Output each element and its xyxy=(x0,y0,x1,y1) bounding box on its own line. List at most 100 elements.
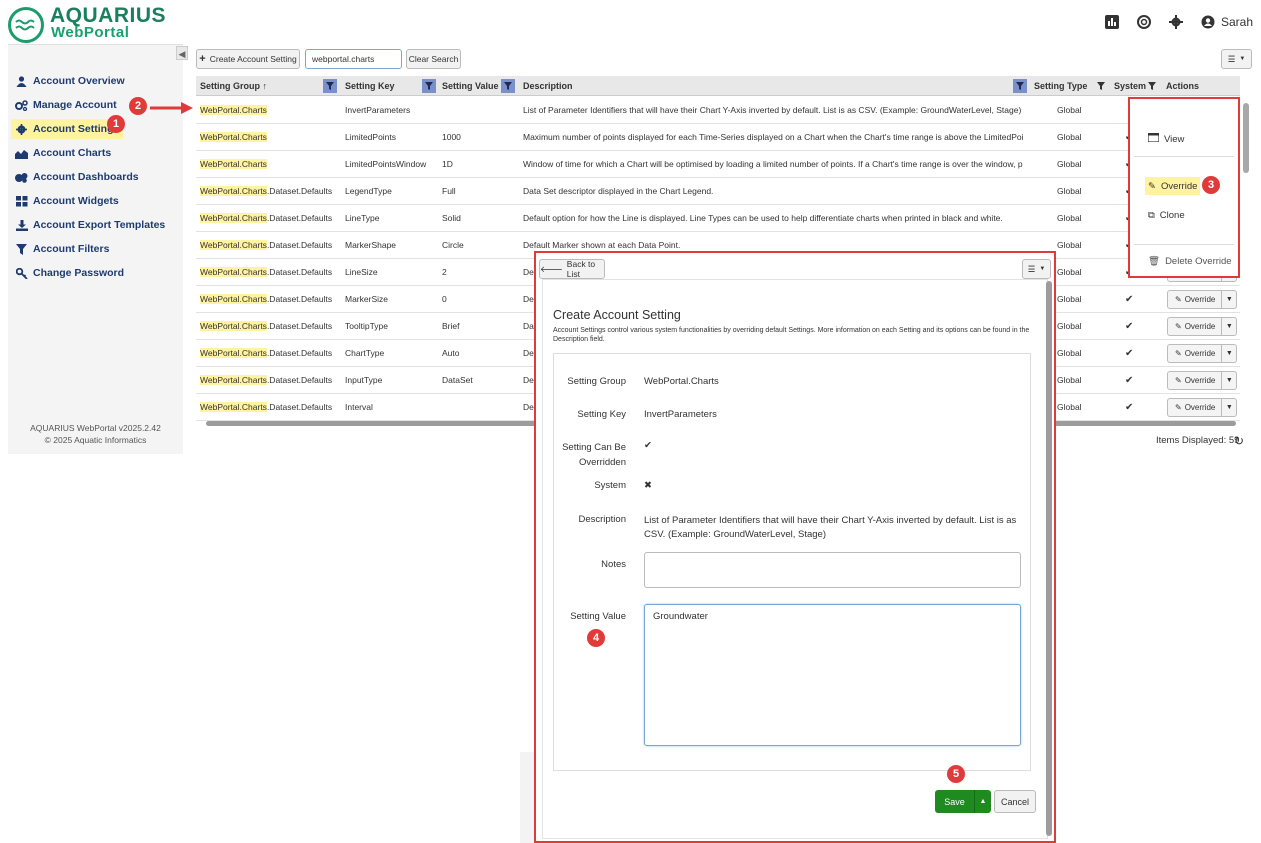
override-button[interactable]: ✎Override xyxy=(1168,291,1223,308)
row-actions-menu: View ✎ Override ⧉ Clone 🗑 Delete Overrid… xyxy=(1128,97,1240,278)
filter-icon[interactable] xyxy=(1013,79,1027,93)
chevron-down-icon[interactable]: ▼ xyxy=(1222,399,1236,416)
chevron-down-icon[interactable]: ▼ xyxy=(1222,291,1236,308)
panel-options-button[interactable]: ☰ ▼ xyxy=(1022,259,1051,279)
search-match-highlight: WebPortal.Charts xyxy=(200,294,267,304)
sidebar-item-account-export-templates[interactable]: Account Export Templates xyxy=(11,215,169,235)
app-logo[interactable]: AQUARIUS WebPortal xyxy=(8,4,166,43)
panel-title: Create Account Setting xyxy=(553,308,681,322)
column-header-setting-value[interactable]: Setting Value xyxy=(442,76,499,96)
notes-textarea[interactable] xyxy=(644,552,1021,588)
help-icon[interactable] xyxy=(1136,15,1151,29)
table-row[interactable]: WebPortal.Charts LimitedPoints 1000 Maximum… xyxy=(196,124,1240,151)
override-button[interactable]: ✎Override xyxy=(1168,318,1223,335)
menu-item-delete-override[interactable]: 🗑 Delete Override xyxy=(1145,252,1235,270)
cell-setting-type: Global xyxy=(1057,213,1082,223)
cogs-icon xyxy=(15,99,28,112)
sidebar-item-account-charts[interactable]: Account Charts xyxy=(11,143,115,163)
cell-setting-value: 1D xyxy=(442,159,453,169)
pencil-icon: ✎ xyxy=(1148,180,1156,192)
column-options-button[interactable]: ☰ ▼ xyxy=(1221,49,1252,69)
chevron-down-icon[interactable]: ▼ xyxy=(1222,372,1236,389)
setting-value-textarea[interactable]: Groundwater xyxy=(644,604,1021,746)
column-header-description[interactable]: Description xyxy=(523,76,573,96)
panel-scrollbar[interactable] xyxy=(1046,281,1052,836)
filter-icon[interactable] xyxy=(1145,79,1159,93)
chevron-down-icon[interactable]: ▼ xyxy=(1222,318,1236,335)
can-override-label: Setting Can Be Overridden xyxy=(562,442,626,468)
sidebar-item-account-widgets[interactable]: Account Widgets xyxy=(11,191,123,211)
top-toolbar: Sarah xyxy=(1104,12,1253,32)
override-button[interactable]: ✎Override xyxy=(1168,372,1223,389)
table-row[interactable]: WebPortal.Charts InvertParameters List of … xyxy=(196,97,1240,124)
sidebar-item-account-filters[interactable]: Account Filters xyxy=(11,239,113,259)
collapse-sidebar-button[interactable]: ◀ xyxy=(176,46,188,60)
user-account-icon[interactable] xyxy=(1201,15,1215,29)
column-header-setting-key[interactable]: Setting Key xyxy=(345,76,395,96)
menu-item-view[interactable]: View xyxy=(1145,130,1187,148)
key-icon xyxy=(15,267,28,280)
cell-setting-key: LineType xyxy=(345,213,380,223)
sidebar-item-label: Account Filters xyxy=(33,243,110,255)
cancel-button[interactable]: Cancel xyxy=(994,790,1036,813)
cell-system: ✔ xyxy=(1125,321,1134,332)
annotation-arrow-icon xyxy=(150,101,194,120)
filter-icon[interactable] xyxy=(1094,79,1108,93)
vertical-scrollbar[interactable] xyxy=(1243,103,1249,173)
column-header-setting-type[interactable]: Setting Type xyxy=(1034,76,1087,96)
cell-setting-value xyxy=(442,394,518,421)
sidebar-item-change-password[interactable]: Change Password xyxy=(11,263,128,283)
table-row[interactable]: WebPortal.Charts LimitedPointsWindow 1D Win… xyxy=(196,151,1240,178)
save-button[interactable]: Save ▲ xyxy=(935,790,991,813)
override-split-button[interactable]: ✎Override▼ xyxy=(1167,398,1238,417)
search-match-highlight: WebPortal.Charts xyxy=(200,267,267,277)
cell-setting-type: Global xyxy=(1057,132,1082,142)
override-split-button[interactable]: ✎Override▼ xyxy=(1167,371,1238,390)
annotation-badge-5: 5 xyxy=(947,765,965,783)
sidebar-item-account-dashboards[interactable]: Account Dashboards xyxy=(11,167,143,187)
search-match-highlight: WebPortal.Charts xyxy=(200,213,267,223)
override-button[interactable]: ✎Override xyxy=(1168,399,1223,416)
search-input[interactable] xyxy=(305,49,402,69)
menu-item-override[interactable]: ✎ Override xyxy=(1145,177,1201,195)
annotation-badge-3: 3 xyxy=(1202,176,1220,194)
override-split-button[interactable]: ✎Override▼ xyxy=(1167,317,1238,336)
list-icon xyxy=(1147,132,1160,145)
override-label: Override xyxy=(1184,403,1216,412)
sidebar-item-manage-account[interactable]: Manage Account xyxy=(11,95,121,115)
background-area xyxy=(520,752,534,843)
clear-search-button[interactable]: Clear Search xyxy=(406,49,461,69)
menu-item-clone[interactable]: ⧉ Clone xyxy=(1145,206,1188,224)
version-text: AQUARIUS WebPortal v2025.2.42 xyxy=(30,423,161,433)
reports-icon[interactable] xyxy=(1104,15,1119,29)
back-to-list-button[interactable]: 🡐 Back to List xyxy=(539,259,605,279)
sidebar-item-account-overview[interactable]: Account Overview xyxy=(11,71,129,91)
user-name[interactable]: Sarah xyxy=(1221,15,1253,29)
search-match-highlight: WebPortal.Charts xyxy=(200,348,267,358)
table-row[interactable]: WebPortal.Charts.Dataset.Defaults LineTyp… xyxy=(196,205,1240,232)
override-button[interactable]: ✎Override xyxy=(1168,345,1223,362)
table-row[interactable]: WebPortal.Charts.Dataset.Defaults LegendT… xyxy=(196,178,1240,205)
setting-group-suffix: .Dataset.Defaults xyxy=(266,402,333,412)
create-account-setting-button[interactable]: + Create Account Setting xyxy=(196,49,300,69)
cell-setting-key: MarkerSize xyxy=(345,294,388,304)
refresh-icon[interactable]: ↻ xyxy=(1234,434,1244,448)
cell-setting-key: InvertParameters xyxy=(345,105,411,115)
caret-up-icon[interactable]: ▲ xyxy=(975,790,991,813)
sidebar-item-label: Change Password xyxy=(33,267,125,279)
override-split-button[interactable]: ✎Override▼ xyxy=(1167,290,1238,309)
settings-gear-icon[interactable] xyxy=(1168,15,1183,29)
description-label: Description xyxy=(578,514,626,525)
description-value: List of Parameter Identifiers that will … xyxy=(644,515,1017,540)
column-header-system[interactable]: System xyxy=(1114,76,1146,96)
override-split-button[interactable]: ✎Override▼ xyxy=(1167,344,1238,363)
cell-description: Data Set descriptor displayed in the Cha… xyxy=(523,186,714,196)
filter-icon[interactable] xyxy=(422,79,436,93)
chevron-down-icon[interactable]: ▼ xyxy=(1222,345,1236,362)
filter-icon[interactable] xyxy=(323,79,337,93)
setting-group-label: Setting Group xyxy=(567,376,626,387)
pencil-icon: ✎ xyxy=(1175,295,1182,304)
filter-icon[interactable] xyxy=(501,79,515,93)
cell-setting-group: WebPortal.Charts.Dataset.Defaults xyxy=(200,259,340,286)
column-header-setting-group[interactable]: Setting Group ↑ xyxy=(200,76,267,96)
